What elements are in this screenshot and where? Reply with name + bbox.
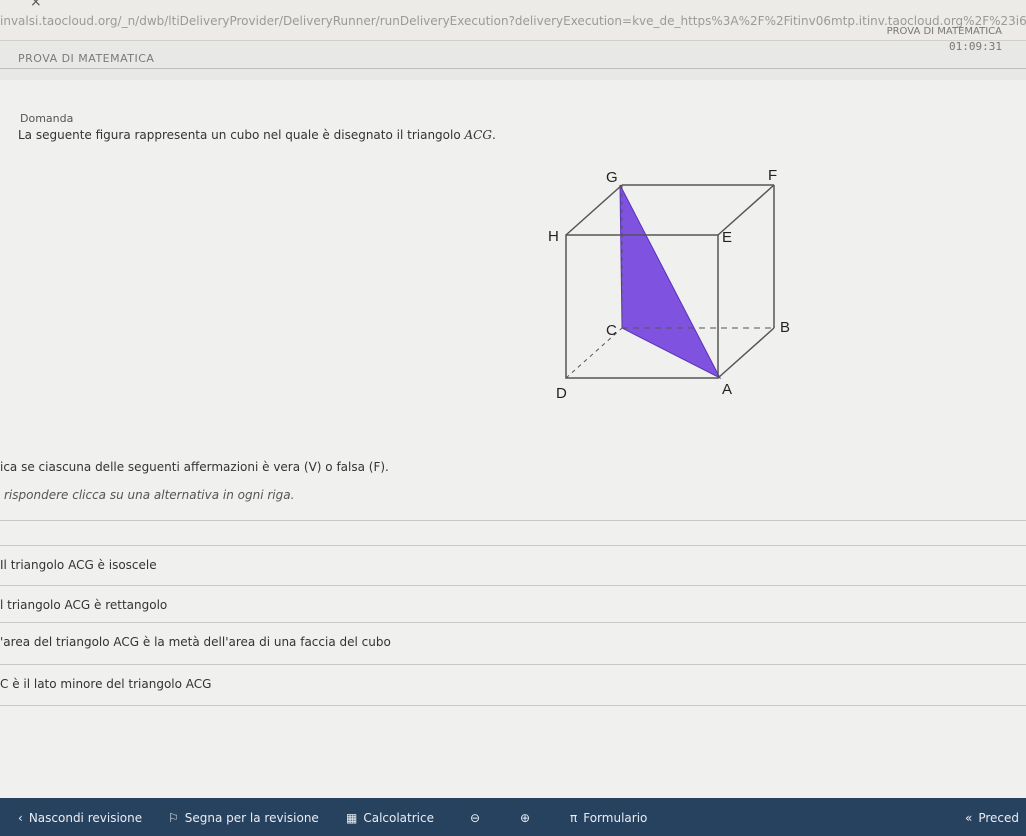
triangle-acg: [619, 184, 722, 380]
statement-text: 'area del triangolo ACG è la metà dell'a…: [0, 635, 391, 649]
question-stem: La seguente figura rappresenta un cubo n…: [18, 128, 496, 142]
question-label: Domanda: [20, 112, 74, 125]
double-chevron-left-icon: «: [965, 811, 973, 825]
statement-row[interactable]: 'area del triangolo ACG è la metà dell'a…: [0, 622, 1026, 661]
statement-text: l triangolo ACG è rettangolo: [0, 598, 168, 612]
test-title-right: PROVA DI MATEMATICA: [886, 26, 1002, 37]
statement-text: C è il lato minore del triangolo ACG: [0, 677, 212, 691]
question-stem-prefix: La seguente figura rappresenta un cubo n…: [18, 128, 465, 142]
cube-svg: G F H E C B D A: [548, 167, 790, 402]
label-f: F: [768, 167, 777, 184]
statement-row[interactable]: l triangolo ACG è rettangolo: [0, 585, 1026, 624]
browser-address-bar[interactable]: × invalsi.taocloud.org/_n/dwb/ltiDeliver…: [0, 0, 1026, 41]
label-e: E: [722, 229, 732, 246]
zoom-in-button[interactable]: ⊕: [520, 811, 530, 825]
label-a: A: [722, 381, 732, 398]
label-c: C: [606, 322, 617, 339]
question-stem-triangle: ACG: [464, 128, 492, 142]
previous-label: Preced: [978, 811, 1020, 825]
timer: 01:09:31: [949, 40, 1002, 53]
url-text[interactable]: invalsi.taocloud.org/_n/dwb/ltiDeliveryP…: [0, 14, 1026, 28]
zoom-out-icon: ⊖: [470, 811, 481, 825]
zoom-out-button[interactable]: ⊖: [470, 811, 480, 825]
instructions-hint: rispondere clicca su una alternativa in …: [4, 488, 295, 502]
calculator-button[interactable]: ▦ Calcolatrice: [346, 811, 434, 825]
label-d: D: [556, 385, 567, 402]
pi-icon: π: [570, 811, 578, 825]
formulary-label: Formulario: [583, 811, 648, 825]
chevron-left-icon: ‹: [18, 811, 23, 825]
statement-text: Il triangolo ACG è isoscele: [0, 558, 157, 572]
hide-review-label: Nascondi revisione: [28, 811, 143, 825]
zoom-in-icon: ⊕: [520, 811, 531, 825]
flag-icon: ⚐: [168, 811, 179, 825]
formulary-button[interactable]: π Formulario: [570, 811, 647, 825]
close-tab-icon[interactable]: ×: [30, 0, 42, 10]
hide-review-button[interactable]: ‹ Nascondi revisione: [18, 811, 142, 825]
header-divider: [0, 68, 1026, 69]
label-h: H: [548, 228, 559, 245]
previous-button[interactable]: « Preced: [965, 811, 1019, 825]
bottom-toolbar: ‹ Nascondi revisione ⚐ Segna per la revisi…: [0, 798, 1026, 836]
flag-review-button[interactable]: ⚐ Segna per la revisione: [168, 811, 319, 825]
statement-row[interactable]: C è il lato minore del triangolo ACG: [0, 664, 1026, 703]
table-bottom-border: [0, 705, 1026, 744]
test-title: PROVA DI MATEMATICA: [18, 52, 155, 65]
question-stem-suffix: .: [491, 128, 496, 142]
label-b: B: [780, 319, 790, 336]
flag-review-label: Segna per la revisione: [184, 811, 319, 825]
calculator-icon: ▦: [346, 811, 358, 825]
instructions: ica se ciascuna delle seguenti affermazi…: [0, 460, 389, 474]
cube-figure: G F H E C B D A: [530, 160, 810, 414]
label-g: G: [606, 169, 618, 186]
statement-row[interactable]: Il triangolo ACG è isoscele: [0, 545, 1026, 584]
test-header-right: PROVA DI MATEMATICA 01:09:31: [887, 26, 1002, 53]
calculator-label: Calcolatrice: [363, 811, 434, 825]
